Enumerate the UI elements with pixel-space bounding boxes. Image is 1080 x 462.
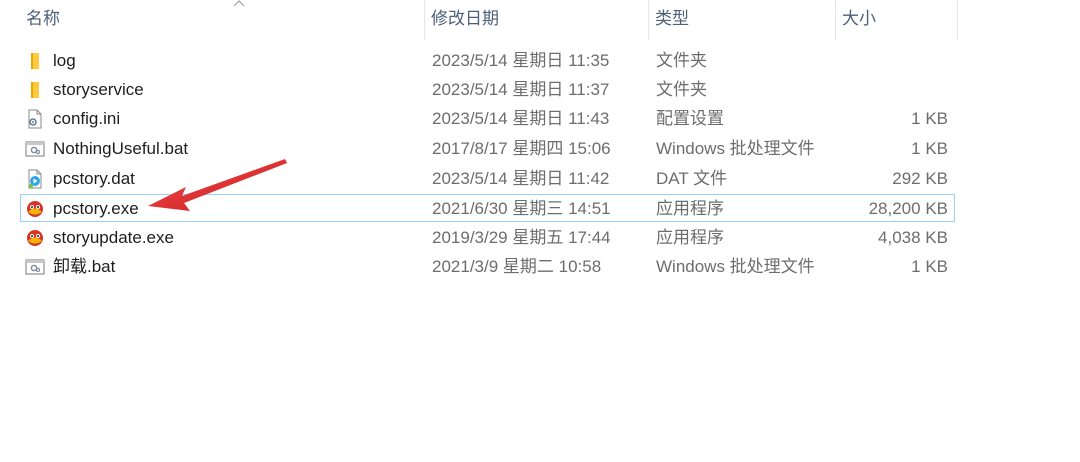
file-name: 卸载.bat [53,257,116,276]
file-type: 文件夹 [656,51,707,70]
sort-ascending-icon [233,0,245,7]
file-type: 文件夹 [656,80,707,99]
file-size: 1 KB [911,257,948,276]
file-row[interactable]: storyservice 2023/5/14 星期日 11:37 文件夹 [20,75,955,103]
file-size: 1 KB [911,139,948,158]
file-row[interactable]: log 2023/5/14 星期日 11:35 文件夹 [20,46,955,74]
file-type: DAT 文件 [656,169,728,188]
file-type: Windows 批处理文件 [656,257,815,276]
media-file-icon [28,169,42,189]
file-type: 配置设置 [656,109,724,128]
file-size: 1 KB [911,109,948,128]
file-row[interactable]: 卸载.bat 2021/3/9 星期二 10:58 Windows 批处理文件 … [20,252,955,280]
batch-file-icon [25,259,45,275]
settings-file-icon [28,109,42,129]
file-date: 2021/6/30 星期三 14:51 [432,199,611,218]
app-icon [27,201,43,217]
file-name: config.ini [53,109,121,128]
file-type: Windows 批处理文件 [656,139,815,158]
file-date: 2023/5/14 星期日 11:37 [432,80,610,99]
file-name: NothingUseful.bat [53,139,189,158]
file-size: 28,200 KB [868,199,948,218]
column-header-name-label: 名称 [26,9,60,28]
file-row[interactable]: NothingUseful.bat 2017/8/17 星期四 15:06 Wi… [20,134,955,162]
file-row[interactable]: config.ini 2023/5/14 星期日 11:43 配置设置 1 KB [20,104,955,132]
file-name: log [53,51,76,70]
file-date: 2023/5/14 星期日 11:35 [432,51,610,70]
file-size: 4,038 KB [878,228,948,247]
batch-file-icon [25,141,45,157]
app-icon [27,230,43,246]
column-header-size-label: 大小 [842,9,876,28]
folder-icon [31,53,39,69]
file-type: 应用程序 [656,199,724,218]
file-name: storyupdate.exe [53,228,174,247]
file-row[interactable]: storyupdate.exe 2019/3/29 星期五 17:44 应用程序… [20,223,955,251]
file-name: pcstory.dat [53,169,135,188]
file-date: 2023/5/14 星期日 11:43 [432,109,610,128]
column-header-date-label: 修改日期 [431,9,499,28]
column-header-name[interactable]: 名称 [20,0,425,40]
column-header-date[interactable]: 修改日期 [425,0,649,40]
file-size: 292 KB [892,169,948,188]
file-date: 2017/8/17 星期四 15:06 [432,139,611,158]
folder-icon [31,82,39,98]
file-name: pcstory.exe [53,199,139,218]
file-date: 2023/5/14 星期日 11:42 [432,169,610,188]
column-header-size[interactable]: 大小 [836,0,958,40]
file-date: 2019/3/29 星期五 17:44 [432,228,611,247]
file-explorer: 名称 修改日期 类型 大小 log 2023/5/14 星期日 11:35 文件… [0,0,1080,462]
column-header-type-label: 类型 [655,9,689,28]
file-date: 2021/3/9 星期二 10:58 [432,257,602,276]
file-row[interactable]: pcstory.dat 2023/5/14 星期日 11:42 DAT 文件 2… [20,164,955,192]
file-name: storyservice [53,80,144,99]
file-row-selected[interactable]: pcstory.exe 2021/6/30 星期三 14:51 应用程序 28,… [20,194,955,222]
file-type: 应用程序 [656,228,724,247]
column-header-type[interactable]: 类型 [649,0,836,40]
column-header-row: 名称 修改日期 类型 大小 [0,0,1080,40]
